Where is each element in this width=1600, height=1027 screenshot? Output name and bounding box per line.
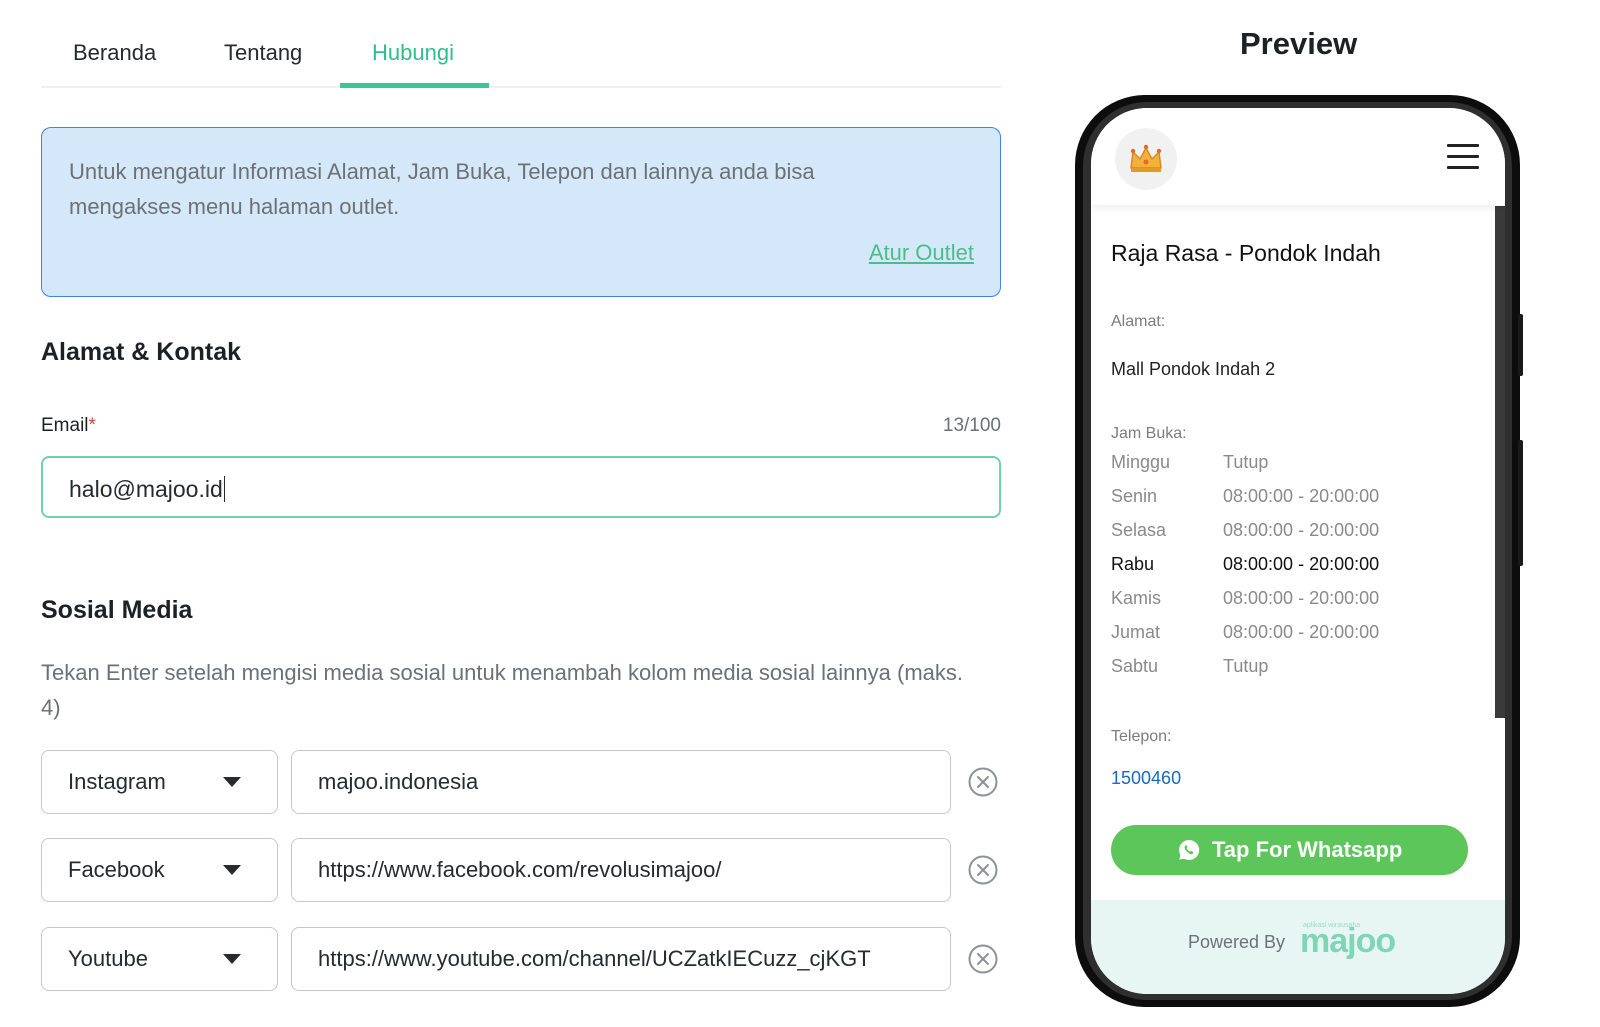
- platform-select[interactable]: Facebook: [41, 838, 278, 902]
- preview-scrollbar[interactable]: [1495, 206, 1505, 718]
- email-field[interactable]: halo@majoo.id: [41, 456, 1001, 518]
- phone-label: Telepon:: [1111, 728, 1172, 745]
- hours-row: Kamis 08:00:00 - 20:00:00: [1111, 584, 1481, 618]
- phone-screen: Raja Rasa - Pondok Indah Alamat: Mall Po…: [1091, 108, 1505, 994]
- hours-time: 08:00:00 - 20:00:00: [1223, 520, 1380, 540]
- phone-number-link[interactable]: 1500460: [1111, 768, 1181, 789]
- outlet-logo: [1115, 128, 1177, 190]
- platform-select[interactable]: Youtube: [41, 927, 278, 991]
- info-alert: Untuk mengatur Informasi Alamat, Jam Buk…: [41, 127, 1001, 297]
- hours-time: 08:00:00 - 20:00:00: [1223, 622, 1380, 642]
- hours-day: Jumat: [1111, 622, 1161, 642]
- social-url-value: https://www.youtube.com/channel/UCZatkIE…: [318, 946, 871, 971]
- social-url-input[interactable]: https://www.facebook.com/revolusimajoo/: [291, 838, 951, 902]
- email-field-value: halo@majoo.id: [69, 476, 226, 503]
- phone-side-button: [1518, 314, 1523, 376]
- email-label-text: Email: [41, 415, 89, 436]
- social-row: Youtube https://www.youtube.com/channel/…: [41, 927, 1001, 991]
- email-char-count: 13/100: [942, 415, 1001, 436]
- hours-day: Kamis: [1111, 588, 1162, 608]
- outlet-name: Raja Rasa - Pondok Indah: [1111, 240, 1381, 266]
- remove-circle-icon[interactable]: [967, 766, 999, 798]
- hours-day: Selasa: [1111, 520, 1167, 540]
- hours-row: Sabtu Tutup: [1111, 652, 1481, 686]
- whatsapp-button-label: Tap For Whatsapp: [1212, 837, 1403, 862]
- tab-tentang[interactable]: Tentang: [224, 40, 302, 66]
- platform-select-value: Instagram: [68, 769, 166, 794]
- social-media-heading: Sosial Media: [41, 596, 193, 624]
- tab-beranda[interactable]: Beranda: [73, 40, 156, 66]
- hours-row: Selasa 08:00:00 - 20:00:00: [1111, 516, 1481, 550]
- hamburger-menu-icon[interactable]: [1447, 144, 1479, 170]
- hours-time: Tutup: [1223, 452, 1269, 472]
- hours-time: 08:00:00 - 20:00:00: [1223, 486, 1380, 506]
- hours-day: Minggu: [1111, 452, 1171, 472]
- social-url-input[interactable]: majoo.indonesia: [291, 750, 951, 814]
- remove-circle-icon[interactable]: [967, 943, 999, 975]
- phone-side-button: [1518, 440, 1523, 566]
- social-row: Facebook https://www.facebook.com/revolu…: [41, 838, 1001, 902]
- hours-time: 08:00:00 - 20:00:00: [1223, 588, 1380, 608]
- address-contact-heading: Alamat & Kontak: [41, 338, 242, 366]
- atur-outlet-link[interactable]: Atur Outlet: [869, 240, 974, 266]
- remove-circle-icon[interactable]: [967, 854, 999, 886]
- hours-day: Sabtu: [1111, 656, 1159, 676]
- platform-select-value: Youtube: [68, 946, 148, 971]
- powered-by-text: Powered By: [1188, 932, 1286, 952]
- tab-bar: Beranda Tentang Hubungi: [41, 22, 1001, 88]
- hours-time: 08:00:00 - 20:00:00: [1223, 554, 1380, 574]
- whatsapp-button[interactable]: Tap For Whatsapp: [1111, 825, 1468, 875]
- email-value-text: halo@majoo.id: [69, 476, 223, 502]
- opening-hours-label: Jam Buka:: [1111, 425, 1187, 442]
- social-row: Instagram majoo.indonesia: [41, 750, 1001, 814]
- dropdown-caret-icon: [223, 954, 241, 964]
- platform-select-value: Facebook: [68, 857, 165, 882]
- platform-select[interactable]: Instagram: [41, 750, 278, 814]
- hours-day: Senin: [1111, 486, 1158, 506]
- preview-footer: Powered By aplikasi wirausaha majoo: [1091, 900, 1505, 994]
- preview-header: [1091, 108, 1505, 205]
- majoo-logo: majoo: [1300, 922, 1396, 960]
- dropdown-caret-icon: [223, 777, 241, 787]
- crown-icon: [1130, 144, 1162, 172]
- address-label: Alamat:: [1111, 313, 1166, 330]
- email-label: Email*: [41, 415, 96, 437]
- hours-row: Jumat 08:00:00 - 20:00:00: [1111, 618, 1481, 652]
- info-alert-text: Untuk mengatur Informasi Alamat, Jam Buk…: [69, 159, 815, 219]
- hours-row: Senin 08:00:00 - 20:00:00: [1111, 482, 1481, 516]
- active-tab-indicator: [340, 83, 489, 88]
- social-url-input[interactable]: https://www.youtube.com/channel/UCZatkIE…: [291, 927, 951, 991]
- social-media-hint: Tekan Enter setelah mengisi media sosial…: [41, 660, 964, 720]
- social-url-value: majoo.indonesia: [318, 769, 479, 794]
- hours-row: Minggu Tutup: [1111, 448, 1481, 482]
- social-url-value: https://www.facebook.com/revolusimajoo/: [318, 857, 722, 882]
- tab-hubungi[interactable]: Hubungi: [372, 40, 454, 66]
- opening-hours-list: Minggu Tutup Senin 08:00:00 - 20:00:00 S…: [1111, 448, 1481, 686]
- preview-heading: Preview: [1240, 26, 1358, 61]
- hours-row-today: Rabu 08:00:00 - 20:00:00: [1111, 550, 1481, 584]
- text-caret: [223, 476, 226, 502]
- hours-time: Tutup: [1223, 656, 1269, 676]
- dropdown-caret-icon: [223, 865, 241, 875]
- whatsapp-icon: [1179, 839, 1200, 860]
- hours-day: Rabu: [1111, 554, 1155, 574]
- outlet-address: Mall Pondok Indah 2: [1111, 359, 1276, 379]
- required-mark: *: [88, 415, 96, 436]
